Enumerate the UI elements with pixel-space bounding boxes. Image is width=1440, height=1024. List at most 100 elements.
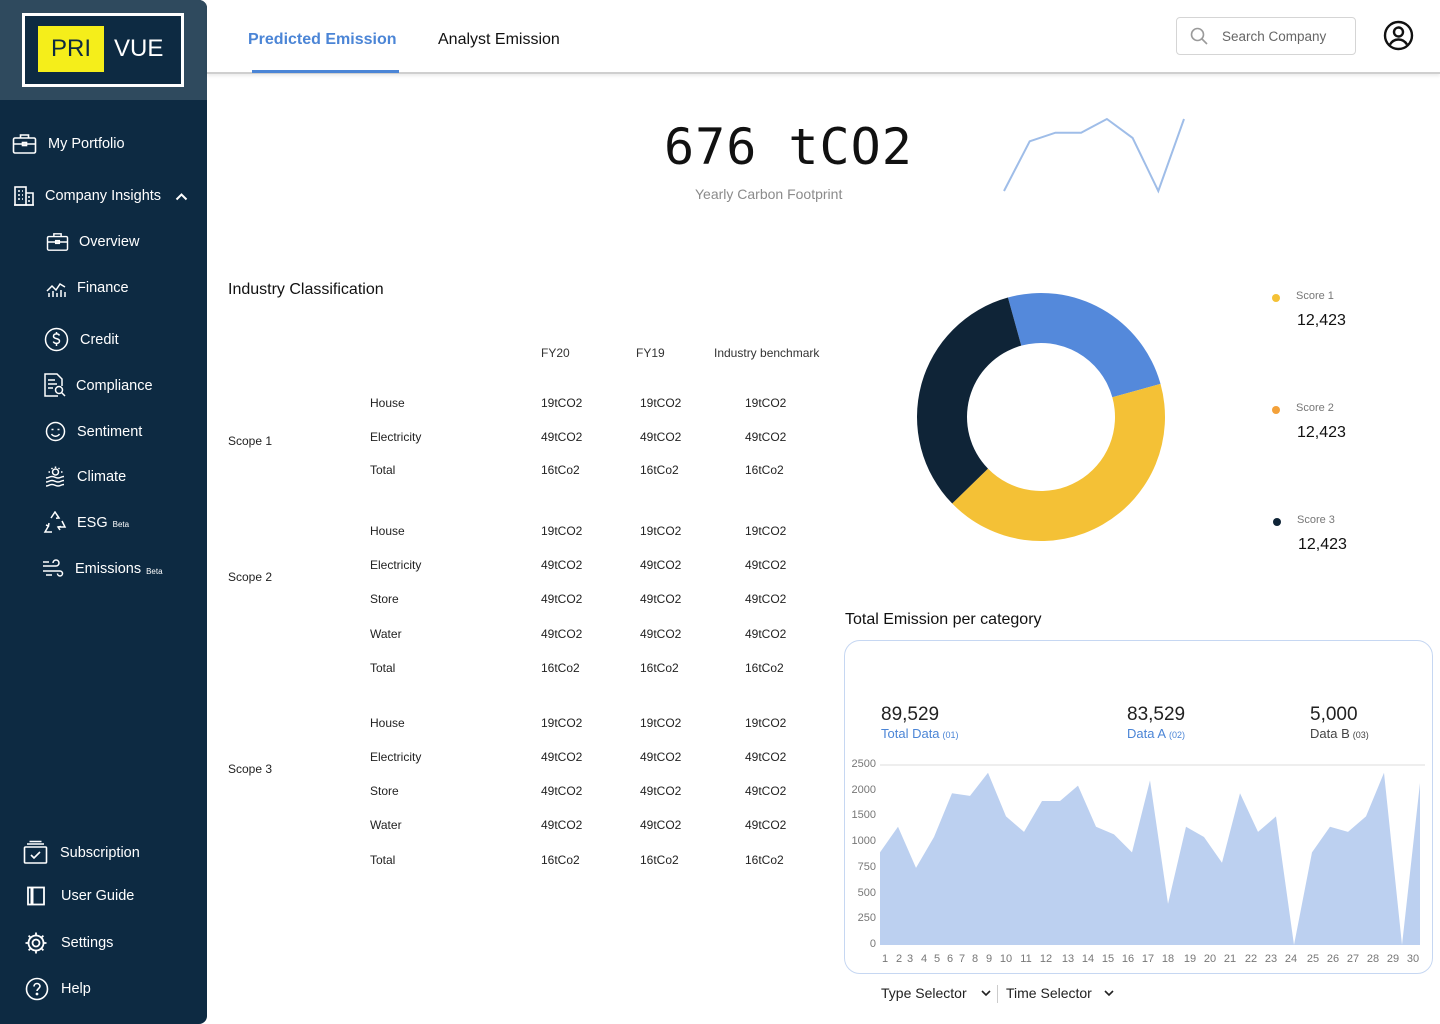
kpi-code: (02): [1169, 730, 1186, 740]
logo-pri: PRI: [38, 26, 104, 72]
y-tick-label: 2500: [851, 758, 876, 770]
time-selector[interactable]: Time Selector: [1006, 985, 1114, 1001]
x-tick-label: 12: [1039, 953, 1053, 965]
tab-analyst-emission[interactable]: Analyst Emission: [438, 31, 560, 49]
scope-label: Scope 2: [228, 570, 273, 584]
wind-icon: [43, 559, 64, 577]
type-selector-label: Type Selector: [881, 985, 967, 1001]
cell-fy19: 19tCO2: [640, 524, 682, 538]
donut-slice-navy[interactable]: [917, 297, 1022, 504]
logo[interactable]: PRI VUE: [22, 13, 184, 87]
type-selector[interactable]: Type Selector: [881, 985, 991, 1001]
donut-slice-yellow[interactable]: [952, 383, 1165, 541]
search-box[interactable]: [1176, 17, 1356, 55]
logo-area: PRI VUE: [0, 0, 207, 100]
chevron-up-icon[interactable]: [175, 192, 188, 201]
dollar-icon: [44, 327, 69, 352]
sidebar-item-label: Finance: [77, 280, 129, 296]
cell-fy19: 49tCO2: [640, 592, 682, 606]
x-tick-label: 26: [1326, 953, 1340, 965]
cell-fy20: 49tCO2: [541, 430, 583, 444]
y-tick-label: 750: [857, 860, 876, 873]
cell-fy20: 49tCO2: [541, 592, 583, 606]
x-tick-label: 21: [1223, 953, 1237, 965]
gear-icon: [25, 932, 47, 954]
sidebar-item-finance[interactable]: Finance: [45, 277, 129, 299]
sidebar-item-esg[interactable]: ESG Beta: [43, 511, 129, 534]
sidebar-item-overview[interactable]: Overview: [46, 232, 139, 252]
chevron-down-icon: [981, 989, 991, 996]
footprint-sparkline: [1003, 117, 1185, 194]
tab-predicted-emission[interactable]: Predicted Emission: [248, 31, 397, 49]
legend-dot-score-3: [1273, 518, 1281, 526]
legend-label-score-2: Score 2: [1296, 402, 1334, 414]
cell-fy19: 19tCO2: [640, 396, 682, 410]
y-tick-label: 1500: [851, 809, 876, 822]
sidebar-item-emissions[interactable]: Emissions Beta: [42, 559, 163, 579]
row-item-label: Water: [370, 627, 402, 641]
active-tab-indicator: [252, 70, 399, 73]
sidebar-item-climate[interactable]: Climate: [45, 466, 126, 488]
donut-slice-blue[interactable]: [1007, 293, 1161, 398]
x-tick-label: 13: [1061, 953, 1075, 965]
cell-fy20: 19tCO2: [541, 524, 583, 538]
y-tick-label: 250: [857, 912, 876, 925]
search-icon: [1190, 27, 1208, 45]
sidebar-item-help[interactable]: Help: [25, 977, 91, 1001]
sidebar-item-company-insights[interactable]: Company Insights: [13, 185, 188, 207]
cell-benchmark: 49tCO2: [745, 818, 787, 832]
cell-benchmark: 49tCO2: [745, 430, 787, 444]
row-item-label: Total: [370, 661, 396, 675]
logo-vue: VUE: [114, 35, 164, 62]
legend-value-score-1: 12,423: [1297, 312, 1346, 329]
search-input[interactable]: [1222, 28, 1342, 44]
sidebar-item-my-portfolio[interactable]: My Portfolio: [12, 133, 125, 155]
area-series: [880, 772, 1420, 945]
climate-icon: [45, 466, 65, 487]
cell-fy19: 49tCO2: [640, 818, 682, 832]
row-item-label: House: [370, 716, 405, 730]
cell-benchmark: 49tCO2: [745, 558, 787, 572]
x-tick-label: 10: [999, 953, 1013, 965]
row-item-label: Electricity: [370, 430, 422, 444]
sidebar-item-label: Subscription: [60, 844, 140, 861]
scope-label: Scope 3: [228, 762, 273, 776]
sidebar: PRI VUE My Portfolio Company Insights Ov…: [0, 0, 207, 1024]
row-item-label: Store: [370, 592, 399, 606]
scope-label: Scope 1: [228, 434, 273, 448]
sidebar-item-label: Climate: [77, 469, 127, 485]
cell-fy20: 49tCO2: [541, 627, 583, 641]
legend-dot-score-2: [1272, 406, 1280, 414]
row-item-label: Electricity: [370, 558, 422, 572]
kpi-label-text: Total Data: [881, 726, 940, 741]
x-tick-label: 22: [1244, 953, 1258, 965]
sidebar-item-compliance[interactable]: Compliance: [43, 373, 153, 398]
cell-fy19: 49tCO2: [640, 558, 682, 572]
cell-benchmark: 49tCO2: [745, 784, 787, 798]
x-tick-label: 11: [1020, 953, 1032, 965]
yearly-footprint-value: 676 tCO2: [664, 118, 913, 176]
kpi-label-text: Data B: [1310, 726, 1350, 741]
sidebar-item-sentiment[interactable]: Sentiment: [45, 421, 142, 442]
cell-fy19: 16tCo2: [640, 661, 679, 675]
cell-benchmark: 19tCO2: [745, 396, 787, 410]
sparkline-series: [1003, 117, 1185, 194]
sidebar-item-subscription[interactable]: Subscription: [23, 840, 140, 865]
cell-fy19: 19tCO2: [640, 716, 682, 730]
cell-fy20: 49tCO2: [541, 750, 583, 764]
x-tick-label: 28: [1366, 953, 1380, 965]
sidebar-item-user-guide[interactable]: User Guide: [26, 886, 134, 906]
user-profile-icon[interactable]: [1383, 20, 1414, 51]
sidebar-item-settings[interactable]: Settings: [24, 931, 113, 955]
cell-benchmark: 49tCO2: [745, 627, 787, 641]
sidebar-item-label: Help: [61, 981, 91, 997]
sidebar-item-label: Company Insights: [45, 188, 162, 204]
x-tick-label: 17: [1141, 953, 1155, 965]
y-tick-label: 500: [857, 886, 876, 899]
sidebar-item-credit[interactable]: Credit: [44, 327, 119, 352]
smiley-icon: [45, 421, 66, 442]
score-donut-chart: [917, 293, 1165, 541]
cell-fy20: 49tCO2: [541, 818, 583, 832]
row-item-label: Total: [370, 853, 396, 867]
emission-category-title: Total Emission per category: [845, 611, 1042, 628]
